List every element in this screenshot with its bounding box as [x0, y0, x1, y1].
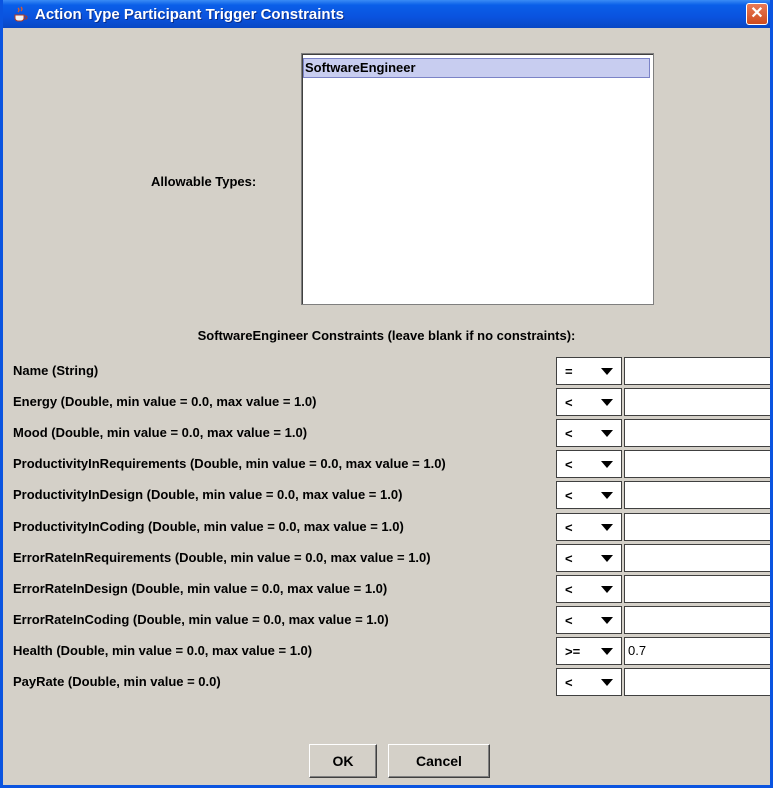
chevron-down-icon	[601, 430, 613, 437]
operator-value: <	[565, 426, 573, 441]
constraint-row: PayRate (Double, min value = 0.0) <	[3, 666, 770, 697]
list-item-software-engineer[interactable]: SoftwareEngineer	[303, 58, 650, 78]
operator-value: <	[565, 675, 573, 690]
operator-value: <	[565, 488, 573, 503]
constraint-label: PayRate (Double, min value = 0.0)	[13, 674, 221, 689]
constraint-label: Energy (Double, min value = 0.0, max val…	[13, 394, 317, 409]
constraints-heading: SoftwareEngineer Constraints (leave blan…	[197, 328, 576, 343]
operator-value: >=	[565, 644, 581, 659]
operator-value: <	[565, 520, 573, 535]
constraint-value-field[interactable]: 0.7	[624, 637, 770, 665]
constraint-row: ProductivityInRequirements (Double, min …	[3, 448, 770, 479]
chevron-down-icon	[601, 586, 613, 593]
constraint-value-field[interactable]	[624, 606, 770, 634]
operator-value: =	[565, 364, 573, 379]
constraint-label: Name (String)	[13, 363, 99, 378]
operator-dropdown[interactable]: <	[556, 388, 622, 416]
constraint-label: ErrorRateInCoding (Double, min value = 0…	[13, 612, 389, 627]
close-button[interactable]: ✕	[746, 3, 768, 25]
constraint-row: Health (Double, min value = 0.0, max val…	[3, 635, 770, 666]
constraint-value-field[interactable]	[624, 419, 770, 447]
constraint-label: Health (Double, min value = 0.0, max val…	[13, 643, 313, 658]
constraint-value-field[interactable]	[624, 388, 770, 416]
operator-value: <	[565, 457, 573, 472]
chevron-down-icon	[601, 648, 613, 655]
constraint-row: ErrorRateInDesign (Double, min value = 0…	[3, 573, 770, 604]
chevron-down-icon	[601, 679, 613, 686]
constraint-label: ProductivityInRequirements (Double, min …	[13, 456, 446, 471]
constraint-label: ErrorRateInRequirements (Double, min val…	[13, 550, 431, 565]
operator-dropdown[interactable]: <	[556, 668, 622, 696]
operator-dropdown[interactable]: <	[556, 481, 622, 509]
chevron-down-icon	[601, 461, 613, 468]
operator-value: <	[565, 613, 573, 628]
allowable-types-list[interactable]: SoftwareEngineer	[301, 53, 654, 305]
chevron-down-icon	[601, 399, 613, 406]
operator-value: <	[565, 582, 573, 597]
constraint-row: ProductivityInDesign (Double, min value …	[3, 479, 770, 510]
cancel-button[interactable]: Cancel	[388, 744, 490, 778]
constraint-label: ProductivityInDesign (Double, min value …	[13, 487, 403, 502]
window-title: Action Type Participant Trigger Constrai…	[35, 6, 344, 23]
title-bar[interactable]: Action Type Participant Trigger Constrai…	[3, 0, 770, 28]
constraint-value-field[interactable]	[624, 450, 770, 478]
constraint-row: ProductivityInCoding (Double, min value …	[3, 511, 770, 542]
operator-dropdown[interactable]: >=	[556, 637, 622, 665]
constraint-value-field[interactable]	[624, 357, 770, 385]
constraint-row: Energy (Double, min value = 0.0, max val…	[3, 386, 770, 417]
chevron-down-icon	[601, 555, 613, 562]
constraint-row: ErrorRateInCoding (Double, min value = 0…	[3, 604, 770, 635]
chevron-down-icon	[601, 524, 613, 531]
chevron-down-icon	[601, 368, 613, 375]
allowable-types-label: Allowable Types:	[151, 174, 257, 189]
constraint-value-field[interactable]	[624, 513, 770, 541]
constraint-row: Mood (Double, min value = 0.0, max value…	[3, 417, 770, 448]
constraint-row: ErrorRateInRequirements (Double, min val…	[3, 542, 770, 573]
java-coffee-cup-icon	[14, 6, 28, 22]
operator-dropdown[interactable]: <	[556, 544, 622, 572]
constraint-value-field[interactable]	[624, 575, 770, 603]
operator-value: <	[565, 551, 573, 566]
operator-dropdown[interactable]: <	[556, 606, 622, 634]
operator-dropdown[interactable]: =	[556, 357, 622, 385]
chevron-down-icon	[601, 492, 613, 499]
constraint-value-field[interactable]	[624, 544, 770, 572]
constraint-value-field[interactable]	[624, 668, 770, 696]
operator-dropdown[interactable]: <	[556, 419, 622, 447]
constraint-label: Mood (Double, min value = 0.0, max value…	[13, 425, 308, 440]
operator-dropdown[interactable]: <	[556, 450, 622, 478]
operator-dropdown[interactable]: <	[556, 513, 622, 541]
operator-dropdown[interactable]: <	[556, 575, 622, 603]
constraint-row: Name (String) =	[3, 355, 770, 386]
close-icon: ✕	[750, 5, 764, 22]
constraint-label: ErrorRateInDesign (Double, min value = 0…	[13, 581, 388, 596]
constraint-value-field[interactable]	[624, 481, 770, 509]
dialog-window: Action Type Participant Trigger Constrai…	[0, 0, 773, 788]
operator-value: <	[565, 395, 573, 410]
ok-button[interactable]: OK	[309, 744, 377, 778]
chevron-down-icon	[601, 617, 613, 624]
constraint-label: ProductivityInCoding (Double, min value …	[13, 519, 404, 534]
